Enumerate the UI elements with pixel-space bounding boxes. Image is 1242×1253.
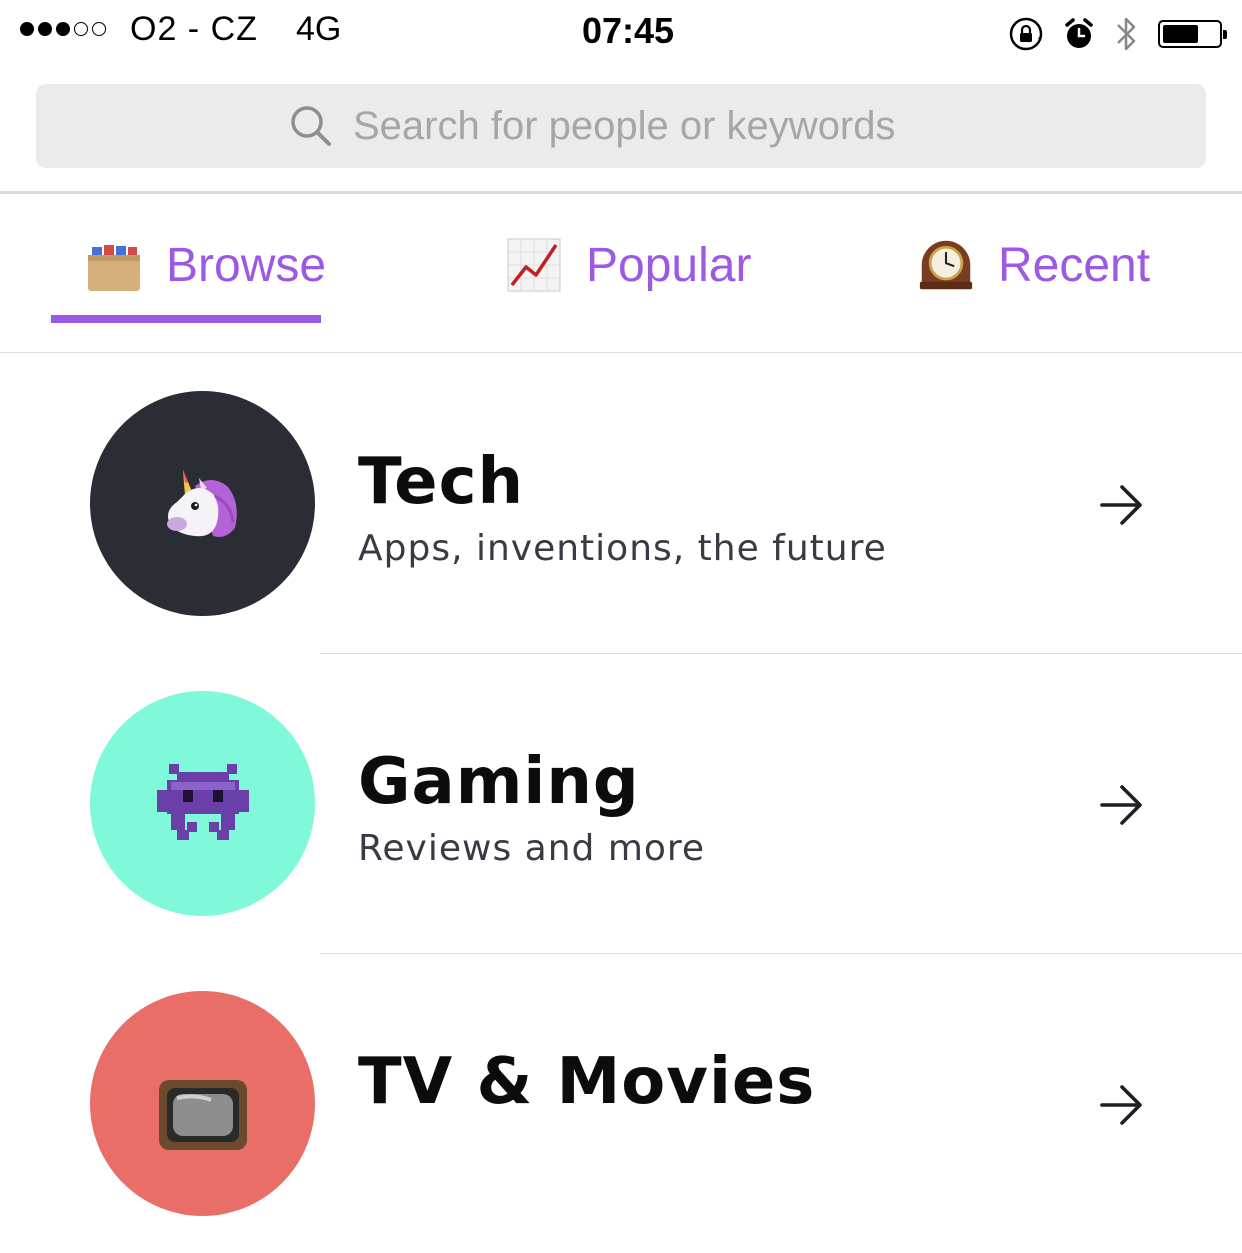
category-title: TV & Movies <box>358 1045 816 1119</box>
rotation-lock-icon <box>1009 17 1043 51</box>
tab-label: Popular <box>586 238 752 292</box>
mantelpiece-clock-icon <box>919 240 973 290</box>
chart-increasing-icon <box>507 238 561 292</box>
category-gaming[interactable]: Gaming Reviews and more <box>0 653 1242 953</box>
category-avatar <box>90 991 315 1216</box>
tab-recent[interactable]: Recent <box>918 230 1150 300</box>
arrow-right-icon <box>1100 785 1142 825</box>
category-title: Gaming <box>358 745 640 819</box>
tab-label: Recent <box>998 238 1151 292</box>
tab-label: Browse <box>166 238 327 292</box>
category-avatar <box>90 391 315 616</box>
alien-monster-icon <box>156 763 249 840</box>
category-avatar <box>90 691 315 916</box>
bluetooth-icon <box>1117 17 1136 51</box>
search-bar[interactable] <box>36 84 1206 168</box>
unicorn-icon <box>166 469 237 537</box>
tab-popular[interactable]: Popular <box>506 230 751 300</box>
category-subtitle: Reviews and more <box>358 828 706 869</box>
search-icon <box>291 106 331 146</box>
arrow-right-icon <box>1100 1085 1142 1125</box>
category-subtitle: Apps, inventions, the future <box>358 528 887 569</box>
category-tv-movies[interactable]: TV & Movies <box>0 953 1242 1253</box>
status-icons <box>1008 14 1227 54</box>
battery-icon <box>1158 20 1227 48</box>
television-icon <box>158 1079 247 1150</box>
tab-bar: Browse Popular Recent <box>0 194 1242 353</box>
tab-selected-indicator <box>51 315 321 323</box>
category-title: Tech <box>358 445 525 519</box>
tab-browse[interactable]: Browse <box>86 230 326 300</box>
arrow-right-icon <box>1100 485 1142 525</box>
search-input[interactable] <box>353 103 953 149</box>
category-tech[interactable]: Tech Apps, inventions, the future <box>0 353 1242 653</box>
status-bar: O2 - CZ 4G 07:45 <box>0 0 1242 64</box>
alarm-icon <box>1065 18 1093 48</box>
card-file-box-icon <box>88 245 140 291</box>
